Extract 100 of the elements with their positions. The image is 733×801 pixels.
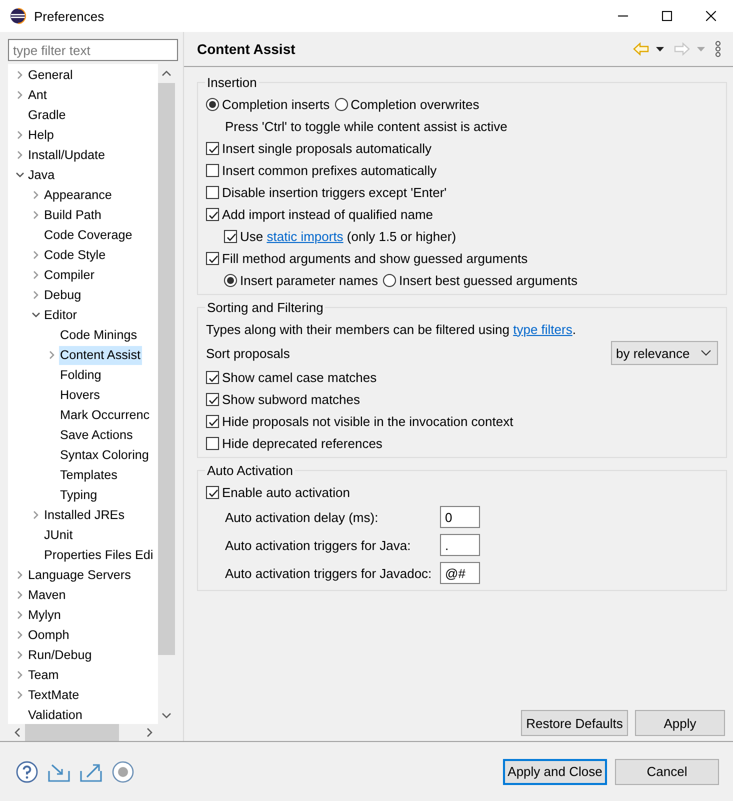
tree-item[interactable]: Syntax Coloring: [59, 446, 150, 464]
record-icon[interactable]: [112, 760, 134, 782]
checkbox-label[interactable]: Show camel case matches: [222, 370, 377, 384]
radio-button[interactable]: [224, 274, 237, 286]
tree-item[interactable]: Code Coverage: [43, 226, 134, 244]
import-icon[interactable]: [48, 762, 70, 782]
collapse-icon[interactable]: [16, 171, 24, 179]
checkbox[interactable]: [206, 208, 219, 220]
tree-item[interactable]: Compiler: [43, 266, 96, 284]
tree-item[interactable]: Build Path: [43, 206, 102, 224]
tree-item[interactable]: Maven: [27, 586, 67, 604]
filter-field[interactable]: type filter text: [8, 39, 178, 61]
checkbox-label[interactable]: Show subword matches: [222, 392, 360, 406]
tree-item[interactable]: Debug: [43, 286, 82, 304]
radio-label[interactable]: Completion inserts: [222, 96, 330, 112]
tree-item[interactable]: Code Style: [43, 246, 107, 264]
tree-item[interactable]: Mark Occurrenc: [59, 406, 151, 424]
expand-icon[interactable]: [16, 71, 24, 79]
apply-and-close-button[interactable]: Apply and Close: [503, 758, 607, 784]
checkbox[interactable]: [206, 252, 219, 264]
tree-item[interactable]: Language Servers: [27, 566, 132, 584]
input-field[interactable]: 0: [440, 506, 480, 528]
checkbox[interactable]: [206, 142, 219, 154]
tree-item[interactable]: Folding: [59, 366, 102, 384]
checkbox-label[interactable]: Fill method arguments and show guessed arguments: [222, 250, 528, 266]
cancel-button[interactable]: Cancel: [615, 758, 719, 784]
expand-icon[interactable]: [32, 211, 40, 219]
expand-icon[interactable]: [32, 511, 40, 519]
expand-icon[interactable]: [32, 191, 40, 199]
tree-item[interactable]: Team: [27, 666, 60, 684]
expand-icon[interactable]: [48, 351, 56, 359]
tree-item[interactable]: Code Minings: [59, 326, 138, 344]
tree-item[interactable]: TextMate: [27, 686, 80, 704]
checkbox[interactable]: [206, 164, 219, 176]
expand-icon[interactable]: [16, 131, 24, 139]
checkbox-label[interactable]: Insert common prefixes automatically: [222, 162, 437, 178]
checkbox[interactable]: [224, 230, 237, 242]
type-filters-link[interactable]: type filters: [513, 322, 572, 336]
checkbox[interactable]: [206, 186, 219, 198]
tree-item[interactable]: Hovers: [59, 386, 101, 404]
tree-item[interactable]: Oomph: [27, 626, 70, 644]
expand-icon[interactable]: [16, 651, 24, 659]
close-icon[interactable]: [706, 11, 716, 21]
expand-icon[interactable]: [32, 251, 40, 259]
checkbox[interactable]: [206, 392, 219, 406]
tree-item[interactable]: Validation: [27, 706, 84, 724]
radio-button[interactable]: [334, 98, 348, 110]
checkbox[interactable]: [206, 436, 219, 450]
tree-item[interactable]: Installed JREs: [43, 506, 126, 524]
tree-item[interactable]: JUnit: [43, 526, 74, 544]
expand-icon[interactable]: [16, 571, 24, 579]
expand-icon[interactable]: [16, 611, 24, 619]
tree-item[interactable]: Install/Update: [27, 146, 106, 164]
maximize-icon[interactable]: [662, 11, 672, 21]
expand-icon[interactable]: [16, 671, 24, 679]
checkbox[interactable]: [206, 486, 219, 498]
tree-item[interactable]: Content Assist: [59, 346, 142, 364]
tree-item[interactable]: Properties Files Edi: [43, 546, 154, 564]
restore-defaults-button[interactable]: Restore Defaults: [521, 710, 628, 736]
radio-label[interactable]: Insert parameter names: [240, 272, 378, 288]
tree-item[interactable]: Templates: [59, 466, 118, 484]
tree-item[interactable]: Help: [27, 126, 55, 144]
expand-icon[interactable]: [16, 151, 24, 159]
checkbox[interactable]: [206, 370, 219, 384]
expand-icon[interactable]: [16, 631, 24, 639]
tree-item[interactable]: Save Actions: [59, 426, 134, 444]
static-imports-link[interactable]: static imports: [266, 228, 344, 244]
radio-button[interactable]: [383, 274, 396, 286]
expand-icon[interactable]: [16, 691, 24, 699]
tree-item[interactable]: Java: [27, 166, 56, 184]
apply-button[interactable]: Apply: [635, 710, 725, 736]
checkbox-label[interactable]: Hide proposals not visible in the invocation context: [222, 414, 514, 428]
vertical-scrollbar[interactable]: [158, 64, 175, 724]
export-icon[interactable]: [80, 762, 102, 782]
dropdown-icon[interactable]: [656, 46, 664, 52]
input-field[interactable]: .: [440, 534, 480, 556]
radio-label[interactable]: Insert best guessed arguments: [399, 272, 578, 288]
sort-dropdown[interactable]: by relevance: [611, 341, 718, 365]
checkbox-label[interactable]: Add import instead of qualified name: [222, 206, 434, 222]
checkbox-label[interactable]: Insert single proposals automatically: [222, 140, 432, 156]
tree-item[interactable]: Gradle: [27, 106, 67, 124]
expand-icon[interactable]: [32, 291, 40, 299]
checkbox-label[interactable]: Hide deprecated references: [222, 436, 382, 450]
tree-item[interactable]: Editor: [43, 306, 78, 324]
checkbox-label[interactable]: Use static imports (only 1.5 or higher): [240, 228, 456, 244]
scroll-left-icon[interactable]: [14, 728, 20, 737]
scroll-up-icon[interactable]: [162, 70, 171, 76]
help-icon[interactable]: [16, 760, 38, 782]
expand-icon[interactable]: [32, 271, 40, 279]
tree-item[interactable]: Mylyn: [27, 606, 62, 624]
tree-item[interactable]: General: [27, 66, 74, 84]
checkbox-label[interactable]: Disable insertion triggers except 'Enter': [222, 184, 447, 200]
radio-button[interactable]: [206, 98, 219, 110]
tree-item[interactable]: Ant: [27, 86, 48, 104]
expand-icon[interactable]: [16, 91, 24, 99]
tree-item[interactable]: Typing: [59, 486, 98, 504]
scroll-right-icon[interactable]: [147, 728, 153, 737]
checkbox-label[interactable]: Enable auto activation: [222, 484, 350, 500]
radio-label[interactable]: Completion overwrites: [350, 96, 480, 112]
collapse-icon[interactable]: [32, 311, 40, 319]
